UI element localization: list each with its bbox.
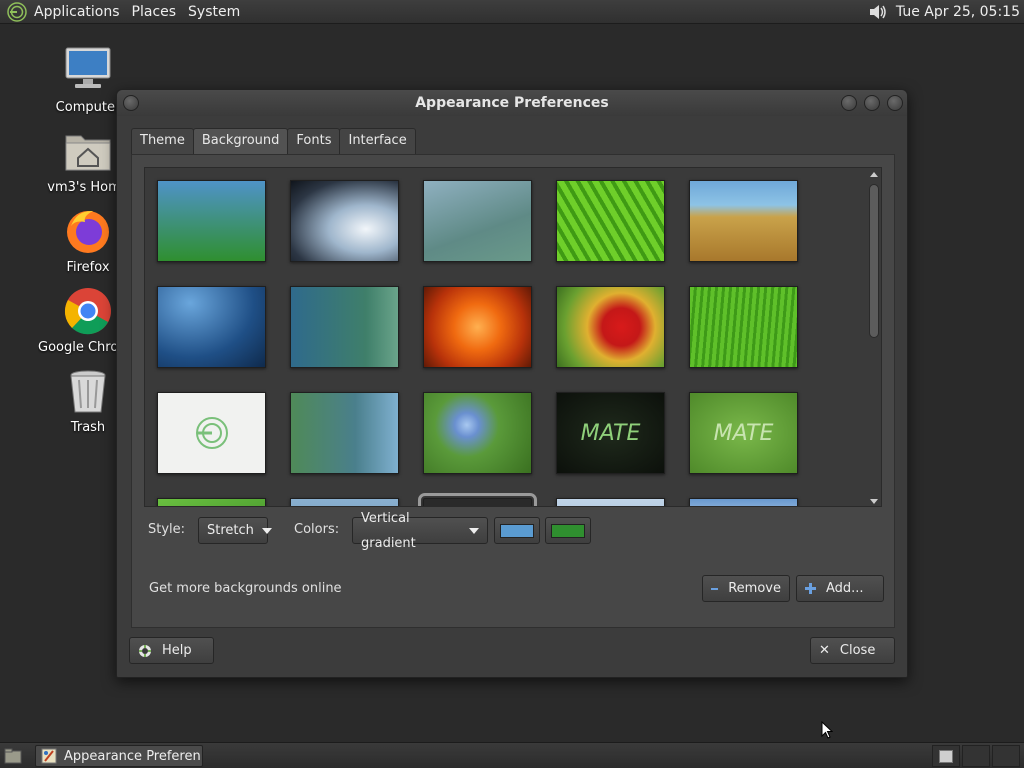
tab-fonts[interactable]: Fonts bbox=[287, 128, 341, 154]
computer-icon bbox=[65, 47, 111, 88]
style-label: Style: bbox=[148, 522, 186, 537]
add-label: Add... bbox=[826, 581, 864, 596]
mate-wordmark: MATE bbox=[713, 420, 774, 446]
scroll-down-icon[interactable] bbox=[870, 499, 878, 504]
wallpaper-thumb[interactable] bbox=[423, 286, 532, 368]
colors-label: Colors: bbox=[294, 522, 340, 537]
wallpaper-thumb[interactable] bbox=[556, 180, 665, 262]
workspace-3[interactable] bbox=[992, 745, 1020, 767]
tab-interface[interactable]: Interface bbox=[339, 128, 416, 154]
wallpaper-thumb[interactable] bbox=[689, 498, 798, 506]
wallpaper-thumb[interactable]: MATE bbox=[689, 392, 798, 474]
taskbar-label: Appearance Preferen... bbox=[64, 748, 203, 764]
remove-label: Remove bbox=[728, 581, 781, 596]
volume-icon[interactable] bbox=[866, 1, 888, 23]
colors-dropdown[interactable]: Vertical gradient bbox=[352, 511, 488, 551]
menu-places[interactable]: Places bbox=[126, 0, 183, 24]
wallpaper-thumb[interactable] bbox=[689, 286, 798, 368]
tab-bar: Theme Background Fonts Interface bbox=[131, 128, 416, 154]
top-panel: Applications Places System Tue Apr 25, 0… bbox=[0, 0, 1024, 24]
close-label: Close bbox=[839, 643, 876, 658]
wallpaper-thumb[interactable] bbox=[423, 392, 532, 474]
remove-button[interactable]: Remove bbox=[702, 575, 790, 602]
window-close-button[interactable] bbox=[887, 95, 903, 111]
close-icon: ✕ bbox=[819, 643, 830, 658]
mate-wordmark: MATE bbox=[580, 420, 641, 446]
menu-system[interactable]: System bbox=[182, 0, 246, 24]
scroll-up-icon[interactable] bbox=[870, 172, 878, 177]
wallpaper-thumb[interactable] bbox=[290, 392, 399, 474]
mate-menu-icon[interactable] bbox=[6, 1, 28, 23]
primary-color-swatch bbox=[500, 523, 534, 538]
panel-tray: Tue Apr 25, 05:15 bbox=[866, 0, 1024, 24]
wallpaper-gallery[interactable]: MATE MATE bbox=[144, 167, 882, 507]
primary-color-button[interactable] bbox=[494, 517, 540, 544]
clock[interactable]: Tue Apr 25, 05:15 bbox=[896, 4, 1020, 20]
appearance-app-icon bbox=[41, 748, 57, 764]
wallpaper-thumb[interactable] bbox=[556, 286, 665, 368]
scroll-thumb[interactable] bbox=[869, 184, 879, 338]
help-label: Help bbox=[162, 643, 192, 658]
wallpaper-thumb[interactable] bbox=[157, 180, 266, 262]
wallpaper-thumb[interactable] bbox=[290, 180, 399, 262]
close-button[interactable]: ✕ Close bbox=[810, 637, 895, 664]
menu-applications[interactable]: Applications bbox=[28, 0, 126, 24]
background-tab-panel: MATE MATE Style: Stretch Colors: Vertica… bbox=[131, 154, 895, 628]
chrome-icon bbox=[64, 288, 111, 335]
window-menu-button[interactable] bbox=[123, 95, 139, 111]
wallpaper-thumb[interactable] bbox=[157, 392, 266, 474]
window-titlebar[interactable]: Appearance Preferences bbox=[117, 90, 907, 116]
wallpaper-thumb[interactable] bbox=[157, 498, 266, 506]
colors-value: Vertical gradient bbox=[361, 510, 416, 551]
wallpaper-thumb[interactable] bbox=[290, 286, 399, 368]
window-title: Appearance Preferences bbox=[415, 95, 609, 111]
mate-logo-icon bbox=[196, 417, 228, 449]
plus-icon bbox=[805, 583, 816, 594]
trash-icon bbox=[70, 370, 106, 413]
bottom-panel: Appearance Preferen... bbox=[0, 742, 1024, 768]
appearance-preferences-window: Appearance Preferences Theme Background … bbox=[116, 89, 908, 678]
workspace-2[interactable] bbox=[962, 745, 990, 767]
chevron-down-icon bbox=[469, 527, 479, 534]
maximize-button[interactable] bbox=[864, 95, 880, 111]
minimize-button[interactable] bbox=[841, 95, 857, 111]
tab-background[interactable]: Background bbox=[192, 128, 289, 154]
help-button[interactable]: Help bbox=[129, 637, 214, 664]
workspace-1[interactable] bbox=[932, 745, 960, 767]
get-more-backgrounds-link[interactable]: Get more backgrounds online bbox=[149, 581, 342, 596]
secondary-color-button[interactable] bbox=[545, 517, 591, 544]
gallery-scrollbar[interactable] bbox=[869, 172, 879, 504]
style-value: Stretch bbox=[207, 523, 254, 538]
firefox-icon bbox=[67, 210, 109, 253]
wallpaper-thumb[interactable]: MATE bbox=[556, 392, 665, 474]
help-icon bbox=[139, 644, 151, 657]
chevron-down-icon bbox=[261, 527, 272, 534]
tab-theme[interactable]: Theme bbox=[131, 128, 194, 154]
home-folder-icon bbox=[65, 135, 111, 171]
show-desktop-icon[interactable] bbox=[4, 747, 22, 765]
wallpaper-thumb[interactable] bbox=[423, 180, 532, 262]
taskbar-appearance-preferences[interactable]: Appearance Preferen... bbox=[35, 745, 203, 767]
wallpaper-thumb[interactable] bbox=[556, 498, 665, 506]
mouse-cursor-icon bbox=[821, 721, 833, 739]
wallpaper-thumb[interactable] bbox=[157, 286, 266, 368]
secondary-color-swatch bbox=[551, 523, 585, 538]
style-dropdown[interactable]: Stretch bbox=[198, 517, 272, 544]
add-button[interactable]: Add... bbox=[796, 575, 884, 602]
wallpaper-thumb[interactable] bbox=[689, 180, 798, 262]
minus-icon bbox=[711, 587, 719, 590]
